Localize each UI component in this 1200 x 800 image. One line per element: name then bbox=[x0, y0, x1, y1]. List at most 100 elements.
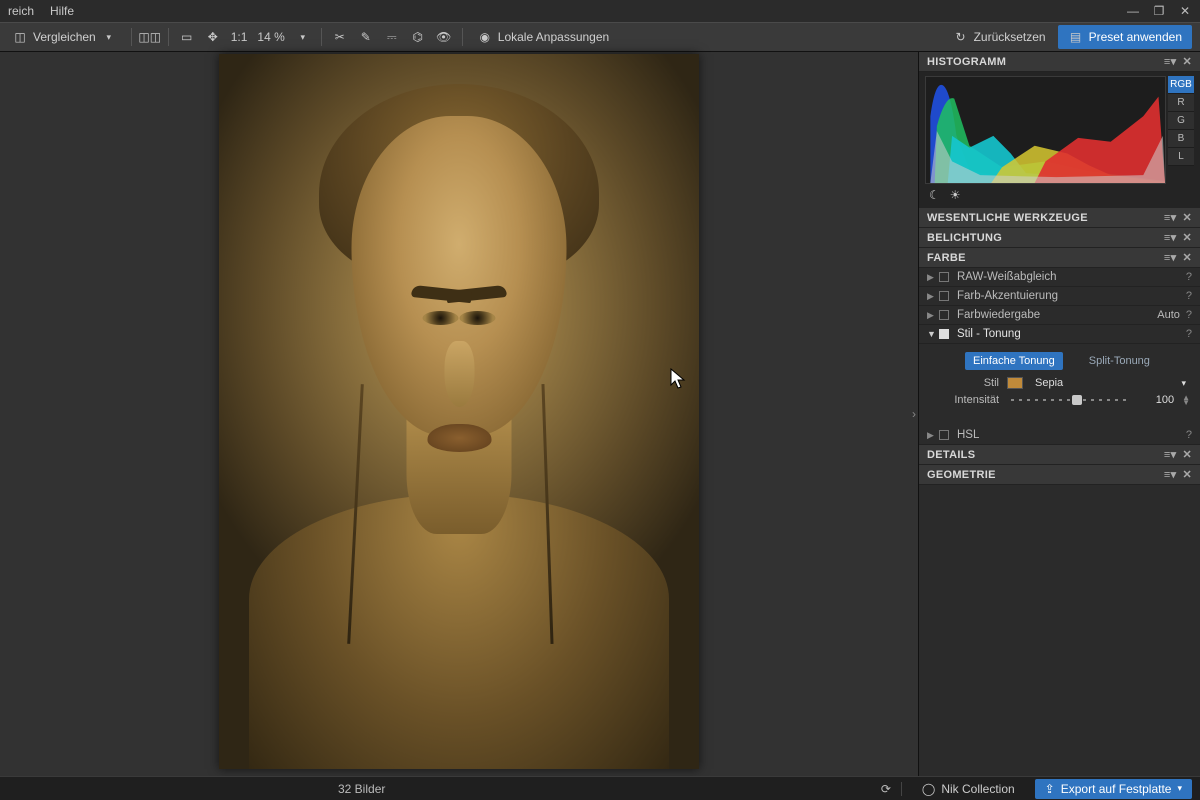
expand-icon: ▶ bbox=[927, 272, 939, 283]
row-rendering[interactable]: ▶ Farbwiedergabe Auto ? bbox=[919, 306, 1200, 325]
footer: 32 Bilder ⟳ ◯ Nik Collection ⇪ Export au… bbox=[0, 776, 1200, 800]
row-hsl[interactable]: ▶ HSL ? bbox=[919, 426, 1200, 445]
close-icon[interactable]: ✕ bbox=[1182, 448, 1192, 461]
nik-collection-button[interactable]: ◯ Nik Collection bbox=[912, 779, 1025, 799]
section-color[interactable]: FARBE ≡▾✕ bbox=[919, 248, 1200, 268]
help-icon[interactable]: ? bbox=[1186, 309, 1192, 321]
image-preview bbox=[219, 54, 699, 769]
spin-down-icon[interactable]: ▼ bbox=[1182, 400, 1190, 405]
menu-item-hilfe[interactable]: Hilfe bbox=[50, 4, 74, 18]
help-icon[interactable]: ? bbox=[1186, 290, 1192, 302]
histogram-box: RGB R G B L ☾ ☀ bbox=[919, 72, 1200, 208]
image-count: 32 Bilder bbox=[338, 782, 385, 796]
style-dropdown[interactable]: Sepia ▾ bbox=[1031, 376, 1190, 390]
reset-icon: ↻ bbox=[953, 29, 969, 45]
row-raw-wb[interactable]: ▶ RAW-Weißabgleich ? bbox=[919, 268, 1200, 287]
menu-icon[interactable]: ≡▾ bbox=[1164, 251, 1177, 264]
menu-icon[interactable]: ≡▾ bbox=[1164, 231, 1177, 244]
window-minimize-icon[interactable]: — bbox=[1126, 4, 1140, 18]
close-icon[interactable]: ✕ bbox=[1182, 211, 1192, 224]
close-icon[interactable]: ✕ bbox=[1182, 231, 1192, 244]
process-icon[interactable]: ⟳ bbox=[881, 782, 891, 796]
preset-apply-button[interactable]: ▤ Preset anwenden bbox=[1058, 25, 1192, 49]
intensity-slider[interactable] bbox=[1011, 399, 1128, 401]
menu-icon[interactable]: ≡▾ bbox=[1164, 55, 1177, 68]
tag-icon[interactable]: ⌬ bbox=[410, 29, 426, 45]
crop-icon[interactable]: ✂ bbox=[332, 29, 348, 45]
menu-icon[interactable]: ≡▾ bbox=[1164, 211, 1177, 224]
menu-icon[interactable]: ≡▾ bbox=[1164, 468, 1177, 481]
row-accent[interactable]: ▶ Farb-Akzentuierung ? bbox=[919, 287, 1200, 306]
style-value: Sepia bbox=[1035, 377, 1063, 389]
help-icon[interactable]: ? bbox=[1186, 271, 1192, 283]
menu-icon[interactable]: ≡▾ bbox=[1164, 448, 1177, 461]
close-icon[interactable]: ✕ bbox=[1182, 468, 1192, 481]
compare-button[interactable]: ◫ Vergleichen ▾ bbox=[8, 27, 121, 47]
tab-split-toning[interactable]: Split-Tonung bbox=[1081, 352, 1158, 370]
section-geometry-label: GEOMETRIE bbox=[927, 469, 996, 481]
compare-icon: ◫ bbox=[12, 29, 28, 45]
channel-rgb[interactable]: RGB bbox=[1168, 76, 1194, 94]
shadows-icon[interactable]: ☾ bbox=[929, 188, 940, 202]
reset-button[interactable]: ↻ Zurücksetzen bbox=[949, 27, 1050, 47]
intensity-value[interactable] bbox=[1140, 394, 1174, 406]
window-close-icon[interactable]: ✕ bbox=[1178, 4, 1192, 18]
canvas-viewport[interactable]: › bbox=[0, 52, 918, 776]
help-icon[interactable]: ? bbox=[1186, 429, 1192, 441]
channel-b[interactable]: B bbox=[1168, 130, 1194, 148]
chevron-down-icon[interactable]: ▾ bbox=[295, 29, 311, 45]
row-rendering-label: Farbwiedergabe bbox=[957, 309, 1157, 321]
section-exposure-label: BELICHTUNG bbox=[927, 232, 1002, 244]
highlights-icon[interactable]: ☀ bbox=[950, 188, 961, 202]
section-essential[interactable]: WESENTLICHE WERKZEUGE ≡▾✕ bbox=[919, 208, 1200, 228]
close-icon[interactable]: ✕ bbox=[1182, 251, 1192, 264]
collapse-icon: ▼ bbox=[927, 329, 939, 339]
panel-collapse-handle[interactable]: › bbox=[910, 403, 918, 425]
param-style: Stil Sepia ▾ bbox=[947, 376, 1190, 390]
section-geometry[interactable]: GEOMETRIE ≡▾ ✕ bbox=[919, 465, 1200, 485]
close-icon[interactable]: ✕ bbox=[1182, 55, 1192, 68]
tab-simple-toning[interactable]: Einfache Tonung bbox=[965, 352, 1063, 370]
split-view-icon[interactable]: ◫◫ bbox=[142, 29, 158, 45]
style-label: Stil bbox=[947, 377, 999, 389]
preset-apply-label: Preset anwenden bbox=[1089, 30, 1182, 44]
section-histogram[interactable]: HISTOGRAMM ≡▾ ✕ bbox=[919, 52, 1200, 72]
main-area: › HISTOGRAMM ≡▾ ✕ bbox=[0, 52, 1200, 776]
section-histogram-label: HISTOGRAMM bbox=[927, 56, 1006, 68]
zoom-ratio[interactable]: 1:1 bbox=[231, 30, 248, 44]
param-intensity: Intensität ▲▼ bbox=[947, 394, 1190, 406]
chevron-down-icon: ▾ bbox=[1177, 783, 1182, 794]
help-icon[interactable]: ? bbox=[1186, 328, 1192, 340]
compare-label: Vergleichen bbox=[33, 30, 96, 44]
local-adjustments-button[interactable]: ◉ Lokale Anpassungen bbox=[473, 27, 613, 47]
channel-r[interactable]: R bbox=[1168, 94, 1194, 112]
export-label: Export auf Festplatte bbox=[1061, 782, 1172, 796]
section-exposure[interactable]: BELICHTUNG ≡▾ ✕ bbox=[919, 228, 1200, 248]
zoom-percent[interactable]: 14 % bbox=[257, 30, 284, 44]
row-toning[interactable]: ▼ Stil - Tonung ? bbox=[919, 325, 1200, 344]
window-maximize-icon[interactable]: ❐ bbox=[1152, 4, 1166, 18]
move-icon[interactable]: ✥ bbox=[205, 29, 221, 45]
row-accent-label: Farb-Akzentuierung bbox=[957, 290, 1186, 302]
local-adjust-icon: ◉ bbox=[477, 29, 493, 45]
section-details-label: DETAILS bbox=[927, 449, 975, 461]
preview-eye-icon[interactable]: 👁 bbox=[436, 29, 452, 45]
nik-icon: ◯ bbox=[922, 782, 935, 796]
export-button[interactable]: ⇪ Export auf Festplatte ▾ bbox=[1035, 779, 1192, 799]
reset-label: Zurücksetzen bbox=[974, 30, 1046, 44]
eyedropper-icon[interactable]: ✎ bbox=[358, 29, 374, 45]
export-icon: ⇪ bbox=[1045, 782, 1055, 796]
channel-l[interactable]: L bbox=[1168, 148, 1194, 166]
toning-body: Einfache Tonung Split-Tonung Stil Sepia … bbox=[919, 344, 1200, 418]
section-details[interactable]: DETAILS ≡▾ ✕ bbox=[919, 445, 1200, 465]
row-rendering-mode: Auto bbox=[1157, 309, 1180, 321]
row-hsl-label: HSL bbox=[957, 429, 1186, 441]
expand-icon: ▶ bbox=[927, 310, 939, 321]
row-toning-label: Stil - Tonung bbox=[957, 328, 1186, 340]
horizon-icon[interactable]: ⎓ bbox=[384, 29, 400, 45]
local-adjust-label: Lokale Anpassungen bbox=[498, 30, 609, 44]
menu-item-reich[interactable]: reich bbox=[8, 4, 34, 18]
intensity-label: Intensität bbox=[947, 394, 999, 406]
fit-icon[interactable]: ▭ bbox=[179, 29, 195, 45]
channel-g[interactable]: G bbox=[1168, 112, 1194, 130]
